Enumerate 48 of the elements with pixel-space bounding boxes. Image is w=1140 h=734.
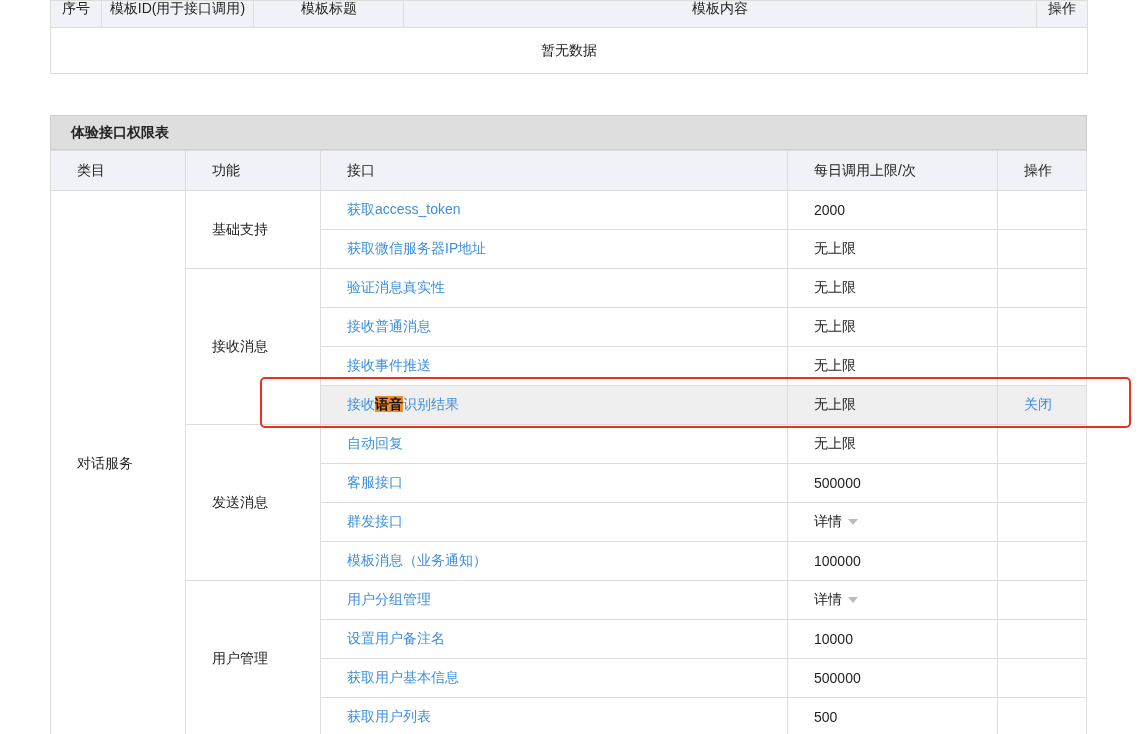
api-link[interactable]: 用户分组管理 <box>347 591 431 607</box>
panel-title: 体验接口权限表 <box>71 123 169 142</box>
column-header: 功能 <box>212 161 240 178</box>
column-header: 模板内容 <box>692 0 748 16</box>
limit-text: 无上限 <box>814 279 856 295</box>
api-link[interactable]: 模板消息（业务通知） <box>347 552 487 568</box>
api-link[interactable]: 获取用户基本信息 <box>347 669 459 685</box>
limit-text: 500000 <box>814 670 861 686</box>
api-link[interactable]: 接收事件推送 <box>347 357 431 373</box>
limit-text: 500000 <box>814 475 861 491</box>
column-header: 模板标题 <box>300 0 357 16</box>
caret-icon <box>848 519 858 526</box>
limit-text: 无上限 <box>814 435 856 451</box>
api-link[interactable]: 接收语音识别结果 <box>347 396 459 412</box>
api-link[interactable]: 自动回复 <box>347 435 403 451</box>
column-header: 操作 <box>1024 161 1052 178</box>
details-dropdown[interactable]: 详情 <box>814 591 858 607</box>
column-header: 每日调用上限/次 <box>814 161 916 178</box>
api-link[interactable]: 客服接口 <box>347 474 403 490</box>
empty-message: 暂无数据 <box>541 41 597 58</box>
function-cell: 发送消息 <box>212 493 268 510</box>
details-dropdown[interactable]: 详情 <box>814 513 858 529</box>
limit-text: 无上限 <box>814 318 856 334</box>
api-link[interactable]: 群发接口 <box>347 513 403 529</box>
column-header: 接口 <box>347 161 375 178</box>
category-cell: 对话服务 <box>77 454 133 471</box>
caret-icon <box>848 597 858 604</box>
limit-text: 10000 <box>814 631 853 647</box>
close-link[interactable]: 关闭 <box>1024 396 1052 412</box>
function-cell: 基础支持 <box>212 220 268 237</box>
api-link[interactable]: 验证消息真实性 <box>347 279 445 295</box>
limit-text: 2000 <box>814 202 846 218</box>
api-link[interactable]: 接收普通消息 <box>347 318 431 334</box>
api-link[interactable]: 设置用户备注名 <box>347 630 445 646</box>
api-link[interactable]: 获取微信服务器IP地址 <box>347 240 487 256</box>
function-cell: 接收消息 <box>212 337 268 354</box>
column-header: 操作 <box>1048 0 1076 16</box>
api-link[interactable]: 获取用户列表 <box>347 708 431 724</box>
column-header: 序号 <box>62 0 90 16</box>
api-link[interactable]: 获取access_token <box>347 201 461 217</box>
function-cell: 用户管理 <box>212 649 268 666</box>
limit-text: 无上限 <box>814 240 856 256</box>
limit-text: 无上限 <box>814 396 856 412</box>
column-header: 模板ID(用于接口调用) <box>109 0 246 16</box>
limit-text: 500 <box>814 709 838 725</box>
column-header: 类目 <box>77 161 105 178</box>
limit-text: 100000 <box>814 553 861 569</box>
limit-text: 无上限 <box>814 357 856 373</box>
